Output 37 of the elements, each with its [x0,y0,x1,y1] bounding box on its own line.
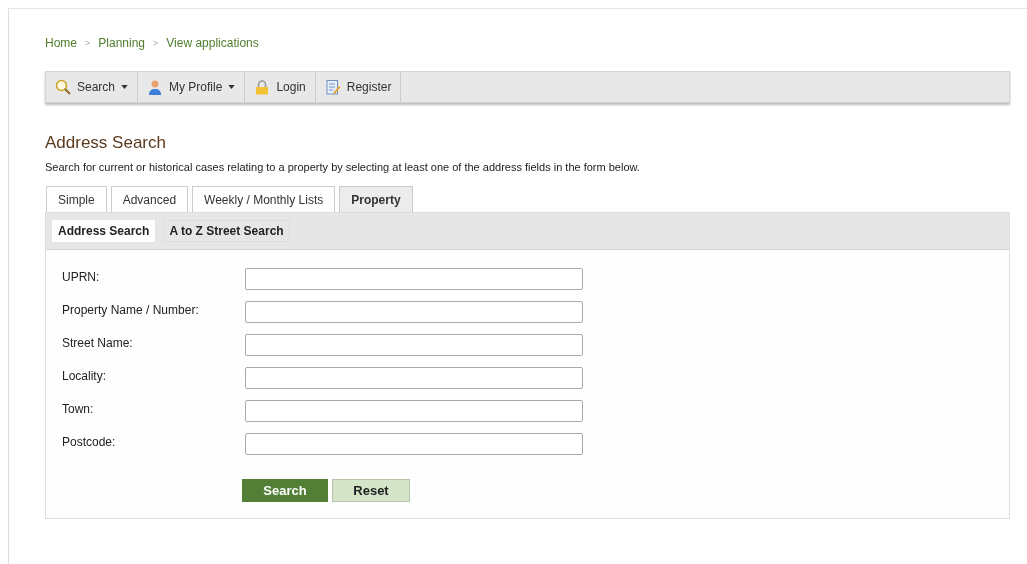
input-field[interactable] [245,334,583,356]
tab[interactable]: Simple [46,186,107,212]
tab[interactable]: Weekly / Monthly Lists [192,186,336,212]
breadcrumb-link[interactable]: Planning [98,36,145,50]
field-label: Property Name / Number: [62,302,200,317]
field-label: Postcode: [62,434,117,449]
page-heading: Address Search [45,133,167,153]
person-icon [147,79,164,95]
input-field[interactable] [245,301,583,323]
input-field[interactable] [245,367,583,389]
breadcrumb-link[interactable]: View applications [166,36,259,50]
subtab[interactable]: Address Search [52,220,156,242]
intro-text: Search for current or historical cases relating to a property by selecting at least one of the address fields in the form below. [45,161,641,173]
toolbar-button[interactable]: Search [46,72,139,102]
breadcrumb-link[interactable]: Home [45,36,77,50]
field-label: Town: [62,401,95,416]
tab[interactable]: Property [339,186,413,212]
subtab[interactable]: A to Z Street Search [163,220,290,242]
padlock-icon [254,79,271,95]
reset-button[interactable]: Reset [332,479,410,502]
search-icon [55,79,71,95]
notepad-icon [324,79,341,95]
breadcrumb-separator: > [85,38,91,48]
input-field[interactable] [245,400,583,422]
input-field[interactable] [245,268,583,290]
search-button[interactable]: Search [242,479,328,502]
caret-icon [228,85,236,89]
field-label: UPRN: [62,269,101,284]
input-field[interactable] [245,433,583,455]
toolbar-button[interactable]: My Profile [138,72,246,102]
field-label: Locality: [62,368,108,383]
caret-icon [121,85,129,89]
tab[interactable]: Advanced [110,186,189,212]
toolbar-button[interactable]: Register [315,72,402,102]
field-label: Street Name: [62,335,134,350]
toolbar-button[interactable]: Login [245,72,316,102]
breadcrumb-separator: > [153,38,159,48]
